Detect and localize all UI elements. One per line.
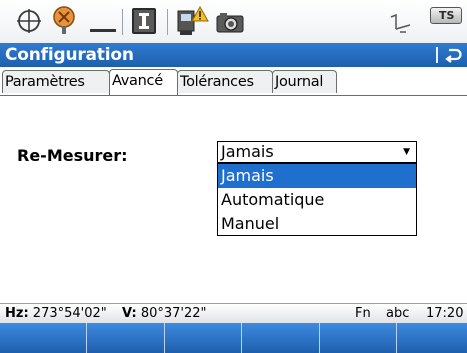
softkey-bar bbox=[0, 323, 467, 353]
remesurer-select[interactable]: Jamais ▼ bbox=[217, 141, 417, 163]
hz-label: Hz: bbox=[5, 306, 29, 321]
softkey-f2[interactable] bbox=[87, 323, 165, 353]
remesurer-dropdown-list: Jamais Automatique Manuel bbox=[217, 163, 417, 236]
title-separator bbox=[436, 47, 438, 63]
fn-indicator: Fn bbox=[355, 306, 371, 321]
clock: 17:20 bbox=[426, 306, 464, 321]
option-manuel[interactable]: Manuel bbox=[218, 212, 416, 236]
return-arrow-icon[interactable] bbox=[444, 46, 462, 64]
tab-journal[interactable]: Journal bbox=[272, 70, 337, 93]
softkey-f1[interactable] bbox=[0, 323, 87, 353]
toolbar-separator bbox=[167, 9, 168, 35]
ts-battery-icon[interactable]: TS bbox=[430, 7, 462, 24]
tilt-sensor-icon[interactable] bbox=[388, 11, 414, 35]
v-readout: V: 80°37'22" bbox=[122, 304, 207, 323]
tab-avance[interactable]: Avancé bbox=[109, 69, 178, 95]
status-bar: Hz: 273°54'02" V: 80°37'22" Fn abc 17:20 bbox=[0, 303, 467, 323]
title-bar: Configuration bbox=[0, 43, 467, 67]
measurement-warning-icon[interactable] bbox=[176, 5, 210, 37]
prism-reflector-icon[interactable] bbox=[50, 6, 78, 36]
softkey-f5[interactable] bbox=[320, 323, 397, 353]
remesurer-value: Jamais bbox=[221, 142, 274, 161]
level-bubble-icon[interactable] bbox=[88, 12, 118, 34]
tab-label: Journal bbox=[275, 74, 324, 90]
tab-label: Tolérances bbox=[180, 74, 254, 90]
tab-strip: Paramètres Avancé Tolérances Journal bbox=[0, 67, 467, 96]
tab-label: Paramètres bbox=[5, 74, 85, 90]
remesurer-label: Re-Mesurer: bbox=[17, 146, 128, 165]
v-value: 80°37'22" bbox=[140, 306, 207, 321]
option-automatique[interactable]: Automatique bbox=[218, 188, 416, 212]
hz-value: 273°54'02" bbox=[32, 306, 107, 321]
v-label: V: bbox=[122, 306, 137, 321]
page-title: Configuration bbox=[5, 45, 134, 65]
instrument-i-icon[interactable] bbox=[131, 7, 157, 35]
top-toolbar: TS bbox=[0, 0, 467, 43]
option-jamais[interactable]: Jamais bbox=[218, 164, 416, 188]
camera-icon[interactable] bbox=[216, 11, 244, 33]
toolbar-separator bbox=[122, 9, 123, 35]
softkey-f3[interactable] bbox=[165, 323, 242, 353]
tab-tolerances[interactable]: Tolérances bbox=[177, 70, 273, 93]
tab-label: Avancé bbox=[112, 73, 163, 89]
input-mode-indicator: abc bbox=[386, 306, 410, 321]
main-content: Re-Mesurer: Jamais ▼ Jamais Automatique … bbox=[0, 96, 467, 303]
target-crosshair-icon[interactable] bbox=[16, 8, 42, 34]
chevron-down-icon[interactable]: ▼ bbox=[403, 146, 410, 158]
softkey-f4[interactable] bbox=[242, 323, 320, 353]
softkey-f6[interactable] bbox=[397, 323, 467, 353]
tab-parametres[interactable]: Paramètres bbox=[2, 70, 110, 93]
ts-label: TS bbox=[439, 9, 455, 22]
hz-readout: Hz: 273°54'02" bbox=[5, 304, 107, 323]
